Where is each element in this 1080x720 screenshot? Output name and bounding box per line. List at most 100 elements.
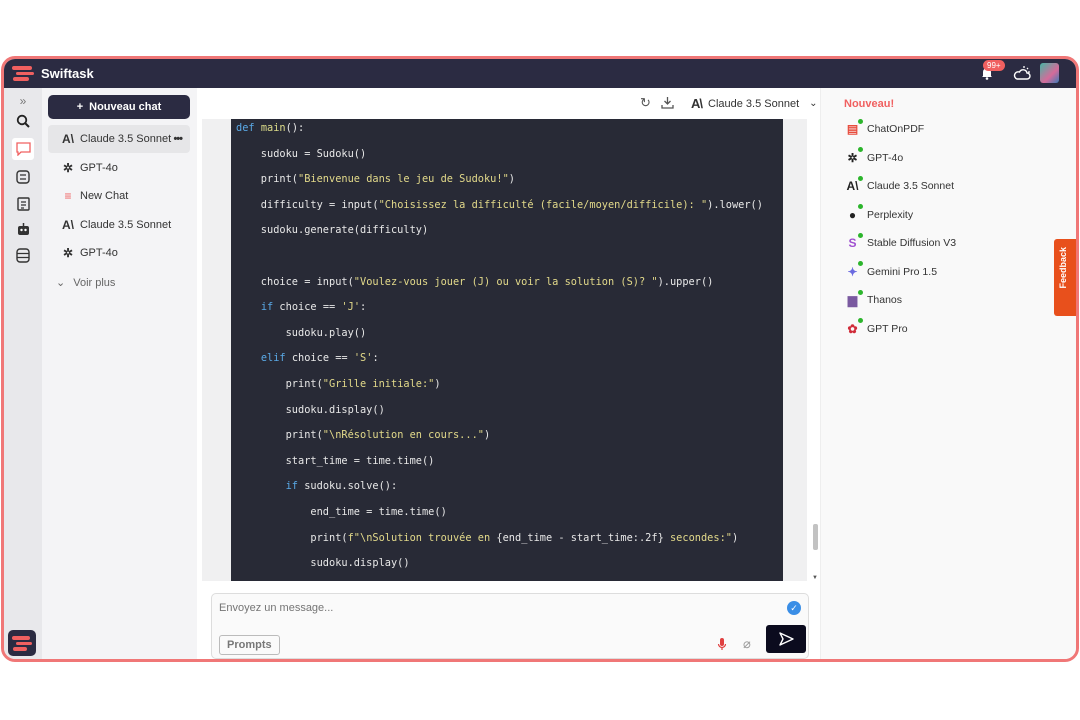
check-icon[interactable]: ✓ bbox=[787, 601, 801, 615]
expand-icon[interactable]: » bbox=[14, 92, 32, 110]
new-chat-label: Nouveau chat bbox=[89, 101, 162, 113]
attachment-icon[interactable]: ⌀ bbox=[743, 636, 751, 652]
swiftask-logo-icon bbox=[12, 66, 34, 81]
code-line: print(f"\nSolution trouvée en {end_time … bbox=[231, 530, 783, 556]
message-area: def main(): sudoku = Sudoku() print("Bie… bbox=[202, 119, 807, 581]
code-token: sudoku.display() bbox=[236, 557, 410, 570]
app-item[interactable]: ▤ ChatOnPDF bbox=[844, 118, 925, 139]
app-window: Swiftask 99+ » + Nouveau chat A\ Claude 3.… bbox=[1, 56, 1079, 662]
app-item[interactable]: ✦ Gemini Pro 1.5 bbox=[844, 261, 937, 282]
code-token: sudoku.solve(): bbox=[298, 480, 398, 493]
prompts-button[interactable]: Prompts bbox=[219, 635, 280, 655]
message-input[interactable] bbox=[219, 602, 779, 614]
feedback-button[interactable]: Feedback bbox=[1054, 239, 1076, 316]
clipboard-icon[interactable] bbox=[14, 194, 32, 212]
app-label: GPT Pro bbox=[867, 322, 908, 335]
send-button[interactable] bbox=[766, 625, 806, 653]
app-item[interactable]: ▆ Thanos bbox=[844, 289, 902, 310]
chat-history-label: Claude 3.5 Sonnet bbox=[80, 218, 172, 231]
chat-history-item[interactable]: ≡ New Chat bbox=[48, 182, 190, 210]
microphone-icon[interactable] bbox=[717, 637, 727, 651]
code-token: sudoku = Sudoku() bbox=[236, 147, 367, 160]
chat-icon[interactable] bbox=[12, 138, 34, 160]
code-token: sudoku.generate(difficulty) bbox=[236, 224, 429, 237]
chat-history-label: New Chat bbox=[80, 190, 129, 202]
code-token: end_time = time.time() bbox=[236, 505, 447, 518]
app-item[interactable]: S Stable Diffusion V3 bbox=[844, 232, 956, 253]
app-item[interactable]: ● Perplexity bbox=[844, 204, 914, 225]
app-item[interactable]: ✲ GPT-4o bbox=[844, 147, 903, 168]
code-token: ) bbox=[434, 377, 441, 390]
code-token: print( bbox=[236, 173, 298, 186]
code-token: elif bbox=[260, 352, 286, 365]
weather-icon[interactable] bbox=[1012, 64, 1032, 82]
code-token: "Grille initiale:" bbox=[322, 377, 435, 390]
code-line: if sudoku.solve(): bbox=[231, 478, 783, 504]
code-token: secondes:" bbox=[663, 531, 732, 544]
code-token: "Choisissez la difficulté (facile/moyen/… bbox=[378, 198, 708, 211]
search-icon[interactable] bbox=[14, 112, 32, 130]
send-icon bbox=[778, 632, 794, 646]
chat-history-label: GPT-4o bbox=[80, 247, 118, 259]
code-token: sudoku.play() bbox=[236, 326, 367, 339]
openai-icon: ✲ bbox=[844, 147, 863, 166]
code-token: main bbox=[260, 122, 286, 134]
anthropic-icon: A\ bbox=[62, 132, 74, 146]
code-token: if bbox=[285, 480, 299, 493]
thanos-icon: ▆ bbox=[844, 289, 863, 309]
swiftask-icon: ≡ bbox=[64, 189, 72, 203]
see-more-label: Voir plus bbox=[73, 277, 116, 289]
refresh-icon[interactable]: ↻ bbox=[640, 95, 651, 111]
tasks-icon[interactable] bbox=[14, 168, 32, 186]
app-item[interactable]: ✿ GPT Pro bbox=[844, 318, 908, 339]
feedback-label: Feedback bbox=[1058, 247, 1068, 289]
code-token: (): bbox=[285, 122, 305, 134]
code-token: : bbox=[372, 352, 379, 365]
code-token: "\nRésolution en cours..." bbox=[322, 429, 484, 442]
robot-icon[interactable] bbox=[14, 220, 32, 238]
more-options-icon[interactable]: ••• bbox=[173, 133, 183, 145]
chat-history-item[interactable]: ✲ GPT-4o bbox=[48, 154, 190, 182]
anthropic-icon: A\ bbox=[844, 175, 863, 195]
scrollbar-thumb[interactable] bbox=[813, 524, 818, 550]
scroll-down-icon[interactable]: ▼ bbox=[812, 575, 818, 581]
chevron-down-icon: ⌄ bbox=[809, 98, 818, 109]
message-composer: ✓ Prompts ⌀ bbox=[211, 593, 809, 659]
database-icon[interactable] bbox=[14, 246, 32, 264]
swiftask-bottom-logo-icon[interactable] bbox=[8, 630, 36, 656]
chat-history-item[interactable]: ✲ GPT-4o bbox=[48, 239, 190, 267]
anthropic-icon: A\ bbox=[62, 217, 74, 232]
new-chat-button[interactable]: + Nouveau chat bbox=[48, 95, 190, 119]
code-line: sudoku.display() bbox=[231, 402, 783, 428]
code-token: difficulty = input( bbox=[236, 198, 379, 211]
perplexity-icon: ● bbox=[844, 204, 863, 223]
chat-sidebar: + Nouveau chat A\ Claude 3.5 Sonnet ••• ✲ GPT… bbox=[42, 88, 197, 659]
code-line: sudoku.display() bbox=[231, 555, 783, 581]
code-token: print( bbox=[236, 377, 323, 390]
code-token: "Bienvenue dans le jeu de Sudoku!" bbox=[298, 173, 509, 186]
code-token: ) bbox=[483, 429, 491, 442]
app-item[interactable]: A\ Claude 3.5 Sonnet bbox=[844, 175, 954, 196]
app-label: Claude 3.5 Sonnet bbox=[867, 180, 954, 192]
chat-history-item[interactable]: A\ Claude 3.5 Sonnet bbox=[48, 211, 190, 239]
app-label: Perplexity bbox=[867, 208, 914, 221]
app-label: ChatOnPDF bbox=[867, 123, 925, 135]
user-avatar[interactable] bbox=[1040, 63, 1059, 83]
code-token: ) bbox=[731, 531, 739, 544]
chat-history-label: GPT-4o bbox=[80, 161, 118, 174]
code-token: sudoku.display() bbox=[236, 403, 385, 416]
scrollbar[interactable]: ▼ bbox=[811, 119, 819, 581]
download-icon[interactable] bbox=[661, 96, 674, 109]
code-token: start_time = time.time() bbox=[236, 454, 435, 467]
code-token: ).upper() bbox=[657, 275, 714, 288]
code-token: choice == bbox=[285, 352, 354, 365]
see-more-button[interactable]: ⌄ Voir plus bbox=[56, 276, 115, 289]
icon-rail: » bbox=[4, 88, 42, 659]
chat-history-item[interactable]: A\ Claude 3.5 Sonnet ••• bbox=[48, 125, 190, 153]
code-block: def main(): sudoku = Sudoku() print("Bie… bbox=[231, 119, 783, 581]
model-selector[interactable]: A\ Claude 3.5 Sonnet ⌄ bbox=[691, 96, 818, 111]
code-token: 'J' bbox=[341, 301, 361, 314]
